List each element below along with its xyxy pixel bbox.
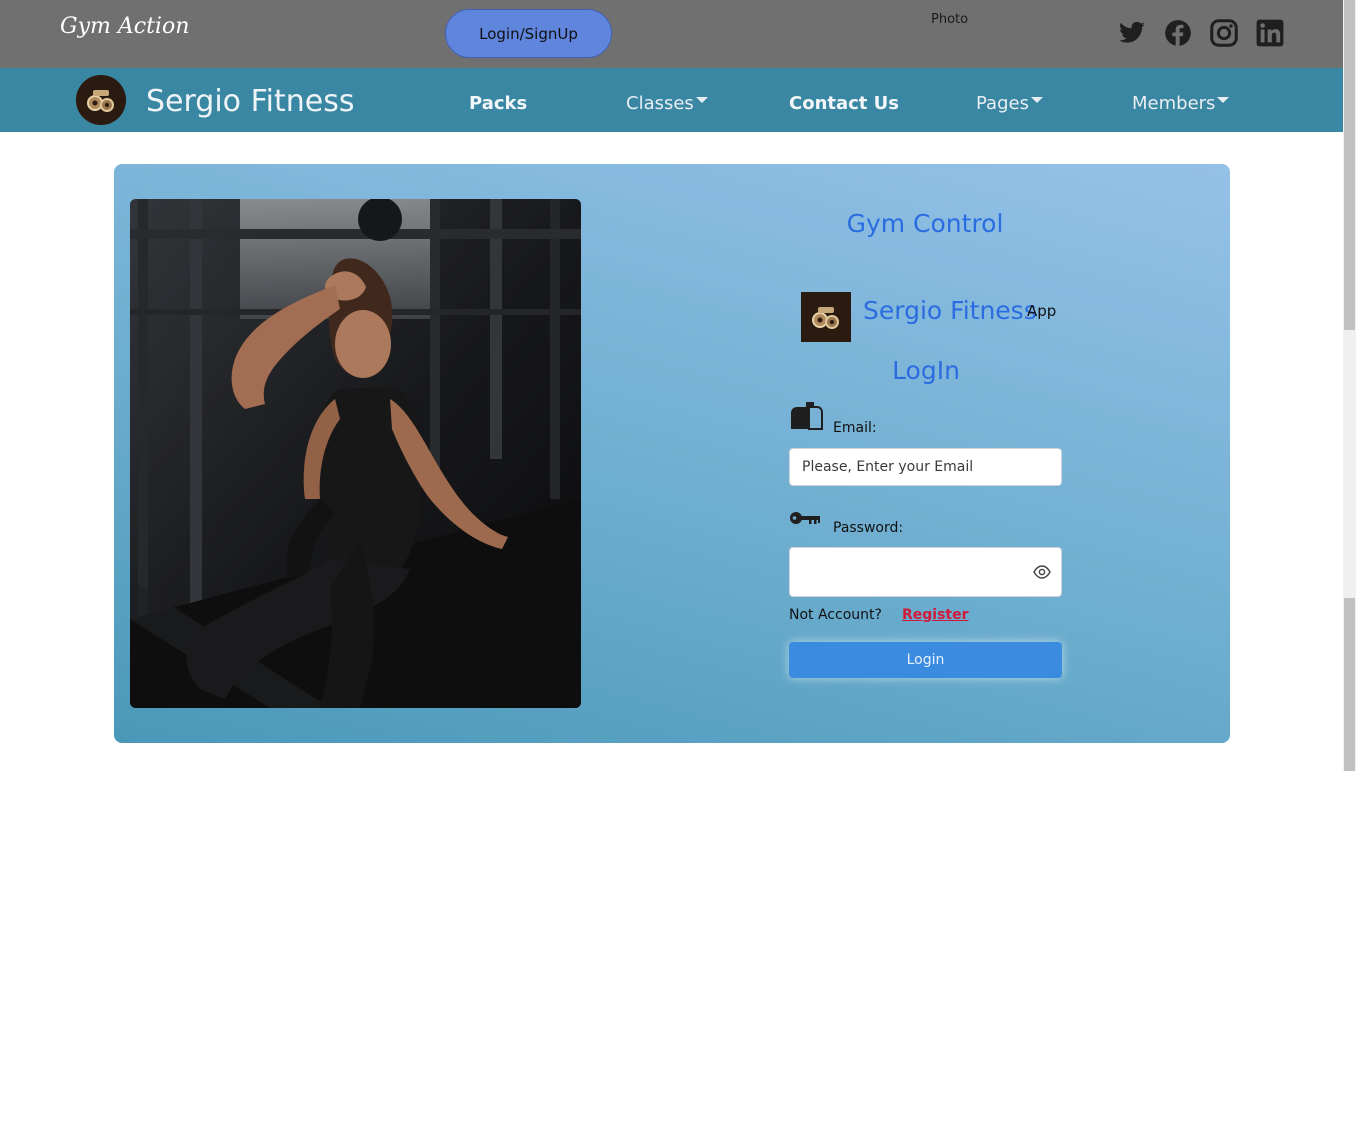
- nav-item-contact-us[interactable]: Contact Us: [789, 93, 899, 114]
- card-heading: Gym Control: [846, 209, 1004, 238]
- login-title: LogIn: [892, 356, 960, 385]
- scrollbar-thumb-lower[interactable]: [1344, 598, 1355, 771]
- brand-logo[interactable]: [76, 75, 126, 125]
- instagram-icon[interactable]: [1210, 19, 1238, 47]
- not-account-text: Not Account?: [789, 607, 882, 623]
- nav-item-packs[interactable]: Packs: [469, 93, 527, 114]
- email-field[interactable]: [789, 448, 1062, 486]
- top-bar: Gym Action Login/SignUp Photo: [0, 0, 1343, 68]
- password-label: Password:: [833, 520, 904, 536]
- eye-icon[interactable]: [1033, 563, 1051, 581]
- login-button[interactable]: Login: [789, 642, 1062, 678]
- caret-down-icon: [1217, 97, 1230, 103]
- nav-item-label: Packs: [469, 93, 528, 114]
- twitter-icon[interactable]: [1118, 19, 1146, 47]
- nav-item-members[interactable]: Members: [1132, 93, 1230, 114]
- password-field-wrapper: [789, 547, 1062, 597]
- nav-item-label: Contact Us: [789, 93, 900, 114]
- gym-photo: [130, 199, 581, 708]
- mailbox-icon: [791, 402, 823, 430]
- key-icon: [790, 512, 820, 524]
- photo-label: Photo: [931, 12, 969, 27]
- scrollbar-thumb[interactable]: [1344, 0, 1355, 330]
- app-name: Sergio Fitness: [863, 296, 1037, 325]
- linkedin-icon[interactable]: [1256, 19, 1284, 47]
- caret-down-icon: [1030, 97, 1043, 103]
- facebook-icon[interactable]: [1164, 19, 1192, 47]
- password-field[interactable]: [790, 548, 1025, 596]
- register-link[interactable]: Register: [902, 607, 969, 623]
- nav-item-label: Classes: [626, 93, 694, 114]
- login-card: Gym Control Sergio Fitness App LogIn Ema…: [114, 164, 1230, 743]
- main-navbar: Sergio Fitness Packs Classes Contact Us …: [0, 68, 1343, 132]
- nav-item-classes[interactable]: Classes: [626, 93, 708, 114]
- app-superscript: App: [1027, 302, 1057, 320]
- nav-item-label: Pages: [976, 93, 1029, 114]
- caret-down-icon: [695, 97, 708, 103]
- nav-brand-name[interactable]: Sergio Fitness: [146, 84, 354, 119]
- login-signup-button[interactable]: Login/SignUp: [445, 9, 612, 58]
- app-logo: [801, 292, 851, 342]
- email-label: Email:: [833, 420, 877, 436]
- nav-item-label: Members: [1132, 93, 1216, 114]
- nav-item-pages[interactable]: Pages: [976, 93, 1043, 114]
- top-brand: Gym Action: [60, 14, 190, 39]
